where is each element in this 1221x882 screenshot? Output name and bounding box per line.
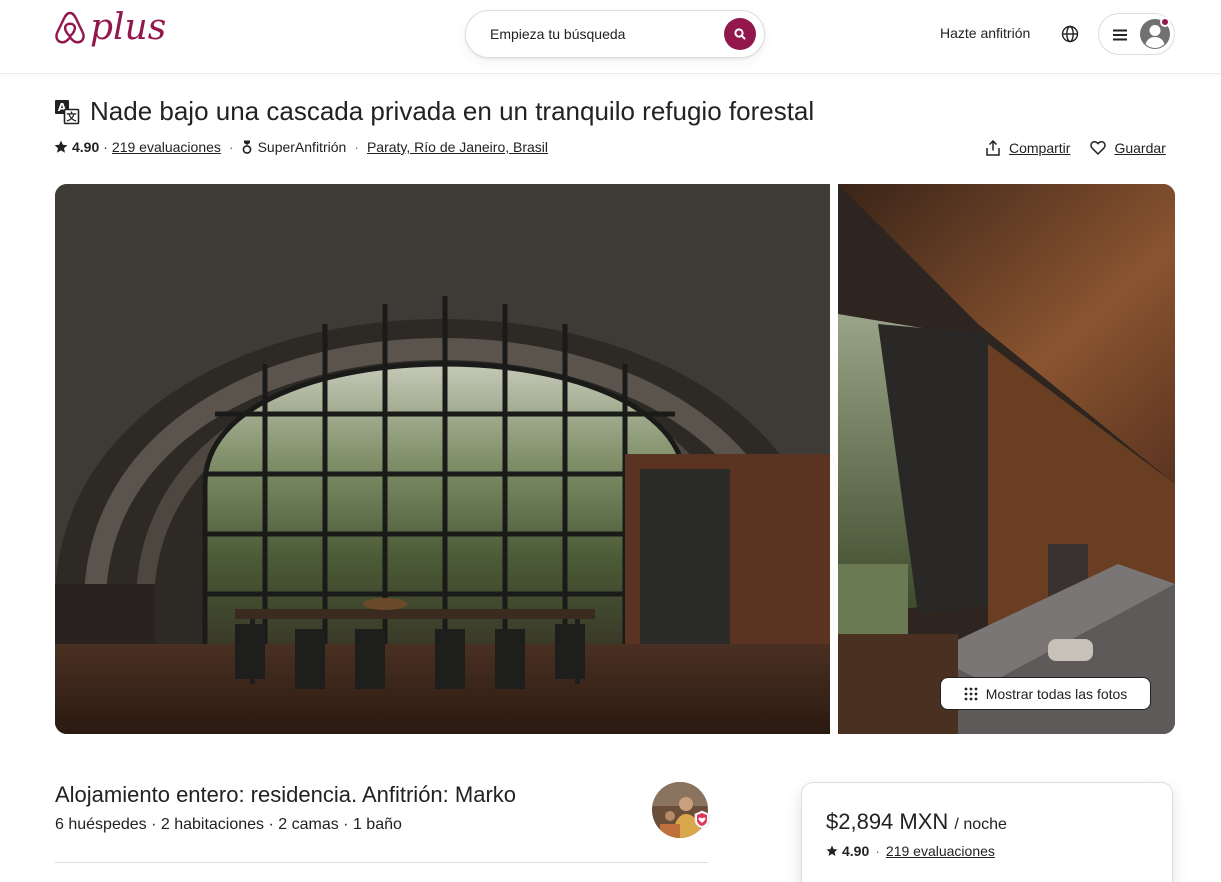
listing-actions: Compartir Guardar [985,140,1166,156]
separator-dot: · [228,139,234,155]
price-row: $2,894 MXN / noche [826,809,1007,835]
top-header: plus Empieza tu búsqueda Hazte anfitrión [0,0,1221,74]
stay-capacity-details: 6 huéspedes · 2 habitaciones · 2 camas ·… [55,816,402,833]
page-title: Nade bajo una cascada privada en un tran… [90,96,815,126]
heart-icon [1090,140,1107,156]
separator-dot: · [875,843,880,859]
section-divider [55,862,708,863]
show-all-photos-label: Mostrar todas las fotos [985,685,1128,702]
grid-dots-icon [964,687,978,700]
reviews-link[interactable]: 219 evaluaciones [112,139,221,155]
translate-icon[interactable]: A 文 [54,99,80,125]
search-icon [734,28,746,40]
svg-text:文: 文 [67,110,78,123]
globe-icon[interactable] [1060,24,1080,44]
search-bar[interactable]: Empieza tu búsqueda [465,10,765,58]
logo-text: plus [90,7,167,48]
location-link[interactable]: Paraty, Río de Janeiro, Brasil [367,139,548,155]
listing-title-row: A 文 Nade bajo una cascada privada en un … [54,96,814,127]
share-label: Compartir [1009,140,1071,156]
save-button[interactable]: Guardar [1090,140,1166,156]
notification-dot [1160,17,1170,27]
save-label: Guardar [1114,140,1166,156]
main-photo-image [55,184,830,734]
share-icon [986,140,1000,156]
main-photo[interactable] [55,184,830,734]
airbnb-plus-logo[interactable]: plus [54,10,166,46]
become-host-link[interactable]: Hazte anfitrión [940,25,1030,41]
airbnb-logo-icon [55,11,85,44]
rating-value: 4.90 [72,139,100,155]
per-night-label: / noche [954,816,1007,833]
separator-dot: · [103,139,108,155]
show-all-photos-button[interactable]: Mostrar todas las fotos [940,677,1151,710]
search-placeholder: Empieza tu búsqueda [490,26,626,42]
hamburger-menu-icon [1113,29,1127,41]
secondary-photo-image [838,184,1175,734]
search-button[interactable] [724,18,756,50]
stay-summary-title: Alojamiento entero: residencia. Anfitrió… [55,782,517,807]
profile-menu-button[interactable] [1098,13,1175,55]
star-icon [826,845,838,856]
booking-reviews-link[interactable]: 219 evaluaciones [886,843,995,859]
star-icon [54,140,68,153]
nightly-price: $2,894 MXN [826,809,949,834]
secondary-photo[interactable] [838,184,1175,734]
listing-meta-row: 4.90 · 219 evaluaciones · SuperAnfitrión… [54,139,548,155]
share-button[interactable]: Compartir [985,140,1070,156]
booking-rating-row: 4.90 · 219 evaluaciones [826,843,995,859]
separator-dot: · [354,139,359,155]
booking-card: $2,894 MXN / noche 4.90 · 219 evaluacion… [801,782,1173,882]
superhost-label: SuperAnfitrión [257,139,347,155]
booking-rating-value: 4.90 [842,843,870,859]
superhost-medal-icon [242,140,251,154]
superhost-badge-icon [694,810,710,829]
